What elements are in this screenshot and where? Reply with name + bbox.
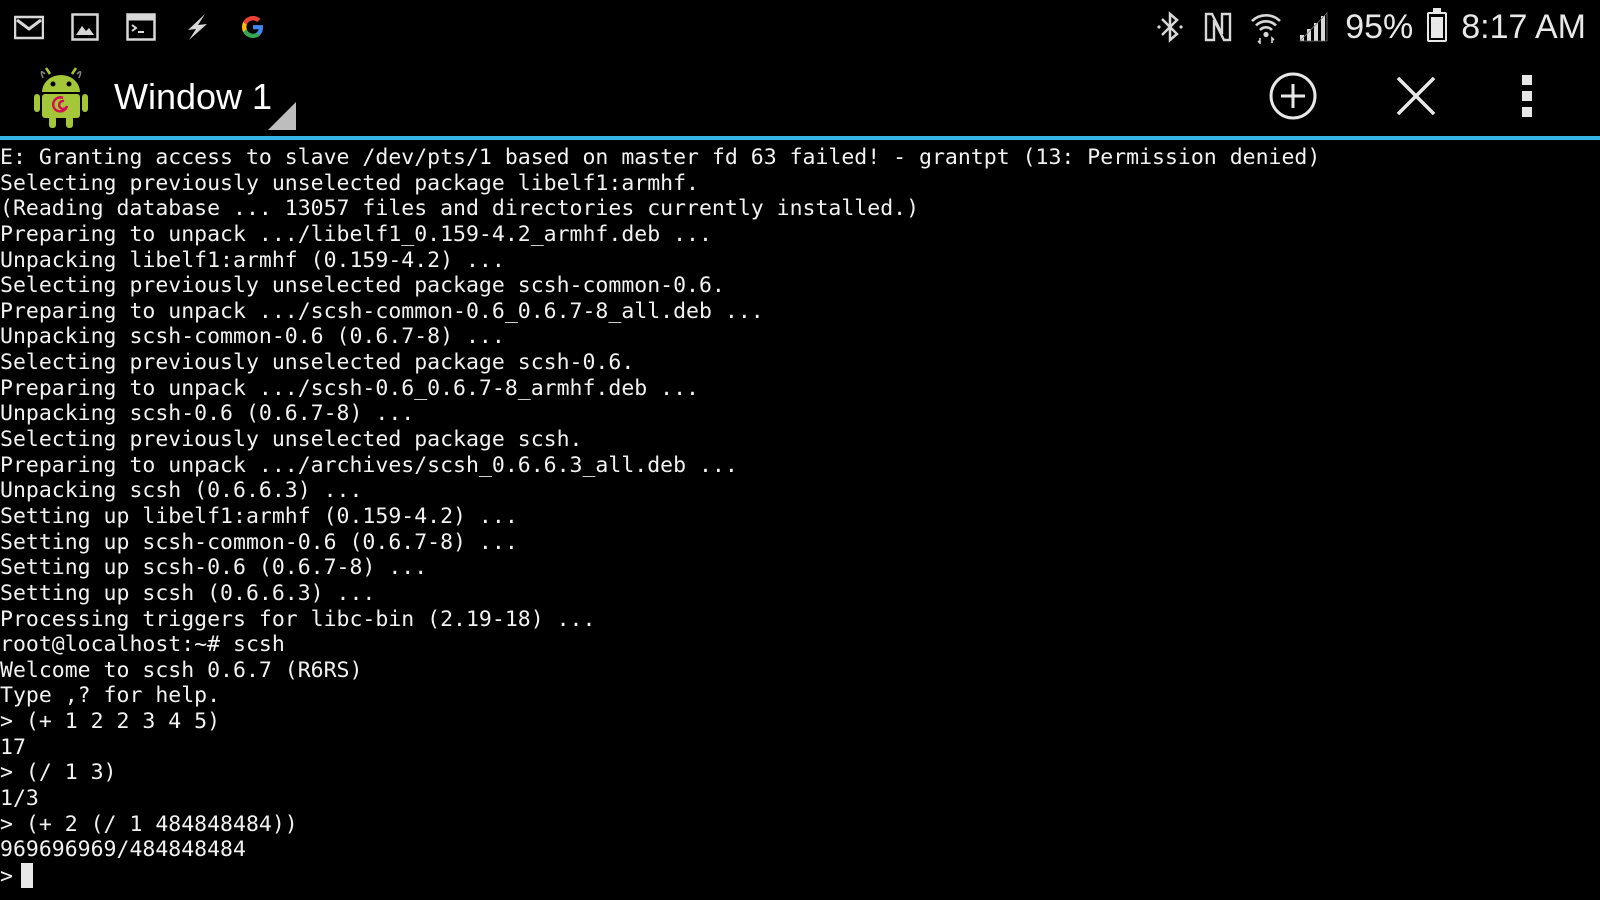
terminal-line: Selecting previously unselected package … xyxy=(0,273,725,299)
close-window-button[interactable] xyxy=(1390,72,1442,124)
terminal-line: Welcome to scsh 0.6.7 (R6RS) xyxy=(0,657,363,683)
terminal-output[interactable]: E: Granting access to slave /dev/pts/1 b… xyxy=(0,145,1600,900)
terminal-line: Unpacking scsh (0.6.6.3) ... xyxy=(0,478,363,504)
terminal-line: 17 xyxy=(0,734,26,760)
terminal-prompt: > xyxy=(0,863,13,889)
battery-level xyxy=(1431,17,1444,38)
window-spinner-indicator[interactable] xyxy=(268,102,296,130)
terminal-line: Setting up scsh-common-0.6 (0.6.7-8) ... xyxy=(0,529,518,555)
terminal-line: 1/3 xyxy=(0,786,39,812)
terminal-line: Preparing to unpack .../scsh-common-0.6_… xyxy=(0,298,764,324)
terminal-cursor[interactable] xyxy=(20,862,33,888)
battery-percent: 95% xyxy=(1345,7,1414,46)
terminal-line: Unpacking scsh-common-0.6 (0.6.7-8) ... xyxy=(0,324,505,350)
action-bar-divider xyxy=(0,136,1600,140)
battery-icon xyxy=(1427,8,1448,42)
terminal-line: Setting up scsh-0.6 (0.6.7-8) ... xyxy=(0,555,428,581)
google-icon xyxy=(236,10,270,44)
terminal-input-line[interactable]: > xyxy=(0,862,1600,889)
terminal-line: > (/ 1 3) xyxy=(0,760,117,786)
nfc-icon xyxy=(1201,10,1235,44)
terminal-line: Selecting previously unselected package … xyxy=(0,170,699,196)
window-title[interactable]: Window 1 xyxy=(114,76,272,118)
flash-icon xyxy=(180,10,214,44)
terminal-line: Processing triggers for libc-bin (2.19-1… xyxy=(0,606,596,632)
terminal-line: 969696969/484848484 xyxy=(0,837,246,863)
terminal-line: Setting up libelf1:armhf (0.159-4.2) ... xyxy=(0,503,518,529)
terminal-line: Setting up scsh (0.6.6.3) ... xyxy=(0,580,376,606)
notification-icons xyxy=(12,10,270,44)
overflow-menu-button[interactable] xyxy=(1512,72,1542,124)
android-debian-icon[interactable] xyxy=(34,66,88,130)
add-circle-icon xyxy=(1268,71,1318,125)
terminal-line: > (+ 1 2 2 3 4 5) xyxy=(0,709,221,735)
terminal-line: Unpacking libelf1:armhf (0.159-4.2) ... xyxy=(0,247,505,273)
terminal-icon xyxy=(124,10,158,44)
gmail-icon xyxy=(12,10,46,44)
terminal-line: Preparing to unpack .../scsh-0.6_0.6.7-8… xyxy=(0,375,699,401)
terminal-line: Preparing to unpack .../libelf1_0.159-4.… xyxy=(0,221,712,247)
signal-icon xyxy=(1297,10,1331,44)
terminal-line: > (+ 2 (/ 1 484848484)) xyxy=(0,811,298,837)
overflow-menu-icon xyxy=(1521,73,1533,123)
terminal-line: Selecting previously unselected package … xyxy=(0,350,635,376)
bluetooth-icon xyxy=(1153,10,1187,44)
terminal-line: E: Granting access to slave /dev/pts/1 b… xyxy=(0,145,1321,170)
gallery-icon xyxy=(68,10,102,44)
wifi-icon xyxy=(1249,10,1283,44)
status-bar: 95% 8:17 AM xyxy=(0,0,1600,54)
new-window-button[interactable] xyxy=(1267,72,1319,124)
terminal-line: Unpacking scsh-0.6 (0.6.7-8) ... xyxy=(0,401,415,427)
terminal-line: Preparing to unpack .../archives/scsh_0.… xyxy=(0,452,738,478)
system-tray: 95% 8:17 AM xyxy=(1153,6,1586,48)
close-icon xyxy=(1395,75,1437,121)
terminal-line: root@localhost:~# scsh xyxy=(0,632,285,658)
terminal-line: (Reading database ... 13057 files and di… xyxy=(0,196,920,222)
clock: 8:17 AM xyxy=(1461,7,1586,46)
terminal-line: Type ,? for help. xyxy=(0,683,221,709)
terminal-line: Selecting previously unselected package … xyxy=(0,427,583,453)
